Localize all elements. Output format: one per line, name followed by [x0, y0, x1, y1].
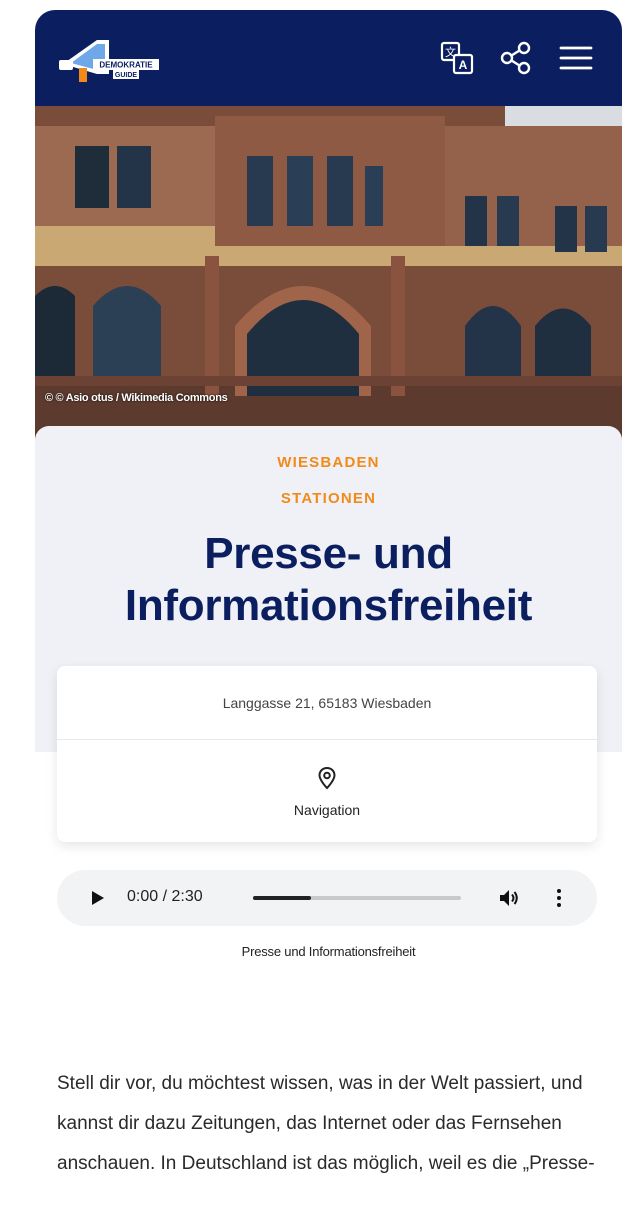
location-box: Langgasse 21, 65183 Wiesbaden Navigation — [57, 666, 597, 842]
translate-button[interactable]: 文 A — [439, 40, 475, 76]
category-link[interactable]: STATIONEN — [35, 490, 622, 507]
photo-credit: © © Asio otus / Wikimedia Commons — [45, 392, 228, 404]
logo-word-1: DEMOKRATIE — [99, 61, 153, 70]
share-button[interactable] — [498, 40, 534, 76]
menu-button[interactable] — [558, 40, 594, 76]
navigation-label: Navigation — [293, 802, 361, 818]
translate-icon: 文 A — [440, 41, 474, 75]
svg-text:A: A — [459, 58, 468, 72]
more-options-icon[interactable] — [547, 886, 571, 910]
share-icon — [500, 41, 531, 75]
app-screen: DEMOKRATIE GUIDE 文 A © © Asio otus / Wik… — [35, 10, 622, 1216]
intro-paragraph: Stell dir vor, du möchtest wissen, was i… — [57, 1073, 595, 1174]
audio-progress-bar[interactable] — [253, 896, 461, 900]
menu-icon — [559, 46, 593, 70]
navigation-button[interactable]: Navigation — [57, 740, 597, 842]
page-title: Presse- und Informationsfreiheit — [124, 529, 533, 630]
audio-player: 0:00 / 2:30 — [57, 870, 597, 926]
logo-word-2: GUIDE — [115, 72, 138, 79]
demokratie-guide-logo[interactable]: DEMOKRATIE GUIDE — [57, 30, 167, 86]
address-text: Langgasse 21, 65183 Wiesbaden — [57, 666, 597, 740]
volume-icon[interactable] — [497, 886, 521, 910]
audio-caption: Presse und Informationsfreiheit — [241, 944, 416, 959]
play-icon[interactable] — [87, 888, 107, 908]
audio-progress-fill — [253, 896, 312, 900]
location-pin-icon — [318, 766, 336, 790]
top-header: DEMOKRATIE GUIDE 文 A — [35, 10, 622, 106]
city-link[interactable]: WIESBADEN — [35, 454, 622, 471]
audio-time: 0:00 / 2:30 — [127, 888, 203, 905]
